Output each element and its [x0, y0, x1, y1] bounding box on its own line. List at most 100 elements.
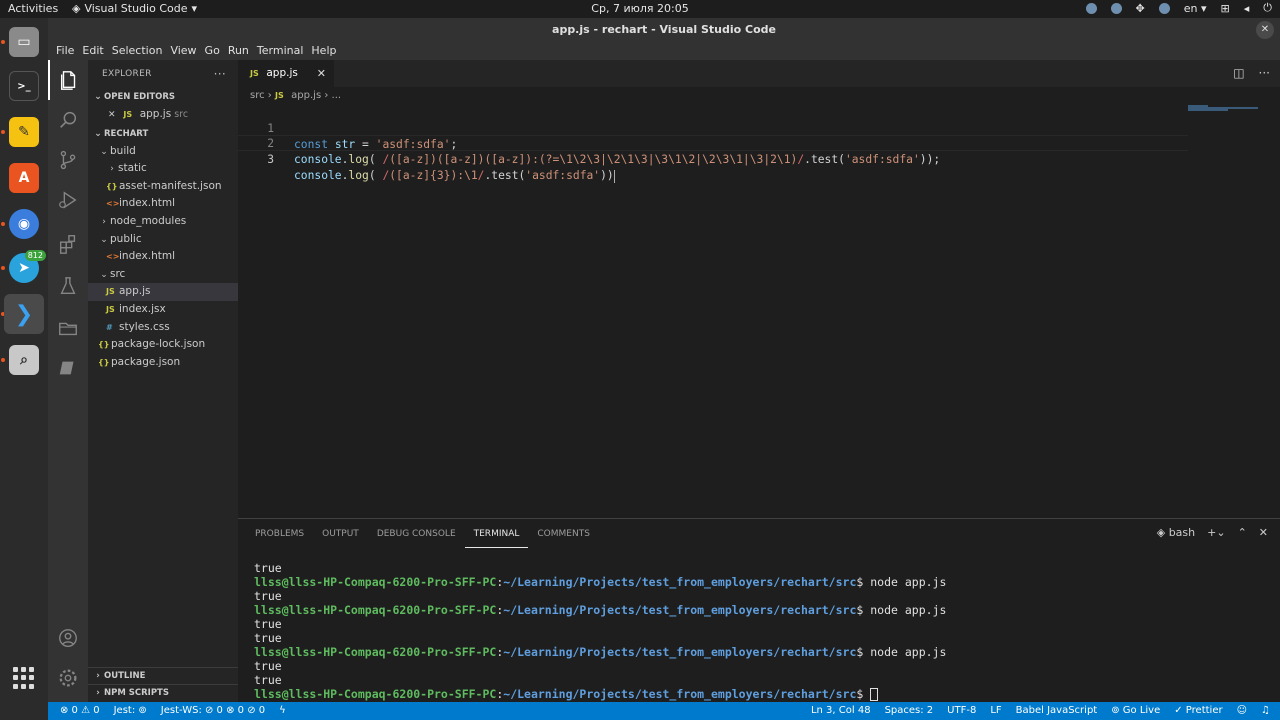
close-tab-button[interactable]: ✕ [317, 60, 326, 87]
text-cursor [613, 169, 615, 183]
menu-terminal[interactable]: Terminal [253, 42, 308, 60]
split-editor-icon[interactable]: ◫ [1233, 66, 1244, 80]
chevron-down-icon: ⌄ [94, 128, 102, 139]
dock-software[interactable]: A [4, 158, 44, 198]
jest-activity[interactable] [48, 266, 88, 306]
menu-selection[interactable]: Selection [108, 42, 167, 60]
menu-help[interactable]: Help [307, 42, 340, 60]
npm-scripts-section[interactable]: › NPM SCRIPTS [88, 684, 238, 701]
tray-app-icon[interactable] [1158, 2, 1170, 14]
explorer-title-bar: EXPLORER ··· [88, 60, 238, 88]
bell-icon[interactable]: ♫ [1261, 702, 1270, 720]
dock-vscode[interactable]: ❯ [4, 294, 44, 334]
lightning-icon[interactable]: ϟ [279, 702, 286, 720]
minimap[interactable] [1188, 105, 1268, 111]
tab-debug-console[interactable]: DEBUG CONSOLE [368, 519, 465, 549]
activity-bar [48, 60, 88, 702]
dropbox-icon[interactable]: ✥ [1136, 2, 1145, 15]
close-window-button[interactable]: ✕ [1256, 21, 1274, 39]
outline-section[interactable]: › OUTLINE [88, 667, 238, 684]
volume-icon[interactable]: ◂ [1244, 2, 1250, 15]
close-panel-icon[interactable]: ✕ [1259, 526, 1268, 539]
project-manager-activity[interactable] [48, 308, 88, 348]
breadcrumb-folder[interactable]: src [250, 90, 265, 101]
tree-folder-build[interactable]: ⌄ build [88, 143, 238, 161]
tree-file-package-json[interactable]: {} package.json [88, 354, 238, 372]
more-actions-icon[interactable]: ··· [214, 60, 226, 88]
tree-file-app-js[interactable]: JS app.js [88, 283, 238, 301]
terminal-line: true [254, 617, 282, 631]
dock-terminal[interactable]: >_ [4, 66, 44, 106]
manage-activity[interactable] [48, 658, 88, 698]
open-editor-filename: app.js [139, 108, 172, 120]
tree-folder-static[interactable]: › static [88, 160, 238, 178]
tree-file-public-index[interactable]: <>index.html [88, 248, 238, 266]
end-of-line[interactable]: LF [990, 702, 1001, 720]
explorer-activity[interactable] [48, 60, 88, 100]
indentation[interactable]: Spaces: 2 [885, 702, 934, 720]
window-title-bar: app.js - rechart - Visual Studio Code ✕ [48, 18, 1280, 42]
open-editors-section[interactable]: ⌄ OPEN EDITORS [88, 88, 238, 106]
project-section[interactable]: ⌄ RECHART [88, 125, 238, 143]
terminal-output[interactable]: true llss@llss-HP-Compaq-6200-Pro-SFF-PC… [254, 561, 946, 701]
chrome-icon: ◉ [9, 209, 39, 239]
menu-go[interactable]: Go [201, 42, 224, 60]
accounts-activity[interactable] [48, 618, 88, 658]
tree-file-package-lock[interactable]: {} package-lock.json [88, 336, 238, 354]
jest-status[interactable]: Jest: ⊚ [114, 702, 147, 720]
terminal-select[interactable]: ◈ bash [1157, 526, 1195, 539]
menu-run[interactable]: Run [224, 42, 253, 60]
tree-folder-public[interactable]: ⌄ public [88, 231, 238, 249]
feedback-icon[interactable]: ☺ [1237, 702, 1247, 720]
menu-file[interactable]: File [52, 42, 78, 60]
tab-output[interactable]: OUTPUT [313, 519, 368, 549]
tree-file-index-jsx[interactable]: JS index.jsx [88, 301, 238, 319]
tree-file-asset-manifest[interactable]: {} asset-manifest.json [88, 178, 238, 196]
language-mode[interactable]: Babel JavaScript [1016, 702, 1098, 720]
js-file-icon: JS [123, 110, 133, 119]
tray-app-icon[interactable] [1110, 2, 1122, 14]
tree-file-styles-css[interactable]: # styles.css [88, 319, 238, 337]
breadcrumb-symbols[interactable]: ... [332, 90, 342, 101]
tab-label: app.js [266, 67, 298, 79]
power-icon[interactable]: ⏻ [1263, 1, 1272, 15]
maximize-panel-icon[interactable]: ⌃ [1238, 526, 1247, 539]
tree-file-build-index[interactable]: <>index.html [88, 195, 238, 213]
close-icon[interactable]: ✕ [108, 107, 120, 125]
new-terminal-button[interactable]: +⌄ [1207, 526, 1225, 539]
more-actions-icon[interactable]: ··· [1259, 66, 1270, 80]
dock-files[interactable]: ▭ [4, 22, 44, 62]
tab-terminal[interactable]: TERMINAL [464, 520, 529, 548]
remote-activity[interactable] [48, 348, 88, 388]
problems-status[interactable]: ⊗ 0 ⚠ 0 [60, 702, 100, 720]
prettier-status[interactable]: ✓ Prettier [1174, 702, 1222, 720]
tray-app-icon[interactable] [1085, 2, 1097, 14]
tree-folder-node-modules[interactable]: › node_modules [88, 213, 238, 231]
menu-edit[interactable]: Edit [78, 42, 107, 60]
go-live-button[interactable]: ⊚ Go Live [1111, 702, 1160, 720]
breadcrumb-file[interactable]: app.js [291, 90, 321, 101]
tab-comments[interactable]: COMMENTS [528, 519, 599, 549]
encoding[interactable]: UTF-8 [947, 702, 976, 720]
network-icon[interactable]: ⊞ [1221, 2, 1230, 15]
cursor-position[interactable]: Ln 3, Col 48 [811, 702, 871, 720]
terminal-line: true [254, 589, 282, 603]
json-file-icon: {} [98, 357, 110, 367]
code-editor[interactable]: 1 const str = 'asdf:sdfa'; 2 console.log… [238, 105, 1280, 518]
language-indicator[interactable]: en ▾ [1184, 2, 1207, 15]
extensions-activity[interactable] [48, 224, 88, 264]
dock-image-viewer[interactable]: ⌕ [4, 340, 44, 380]
tab-app-js[interactable]: JS app.js ✕ [238, 60, 334, 87]
dock-telegram[interactable]: ➤ 812 [4, 248, 46, 288]
dock-notes[interactable]: ✎ [4, 112, 44, 152]
jest-ws-status[interactable]: Jest-WS: ⊘ 0 ⊗ 0 ⊘ 0 [161, 702, 265, 720]
tree-folder-src[interactable]: ⌄ src [88, 266, 238, 284]
run-debug-activity[interactable] [48, 180, 88, 220]
show-applications-button[interactable] [4, 658, 44, 698]
open-editor-item[interactable]: ✕ JS app.js src [88, 106, 238, 124]
source-control-activity[interactable] [48, 140, 88, 180]
dock-chrome[interactable]: ◉ [4, 204, 44, 244]
menu-view[interactable]: View [166, 42, 200, 60]
tab-problems[interactable]: PROBLEMS [246, 519, 313, 549]
search-activity[interactable] [48, 100, 88, 140]
